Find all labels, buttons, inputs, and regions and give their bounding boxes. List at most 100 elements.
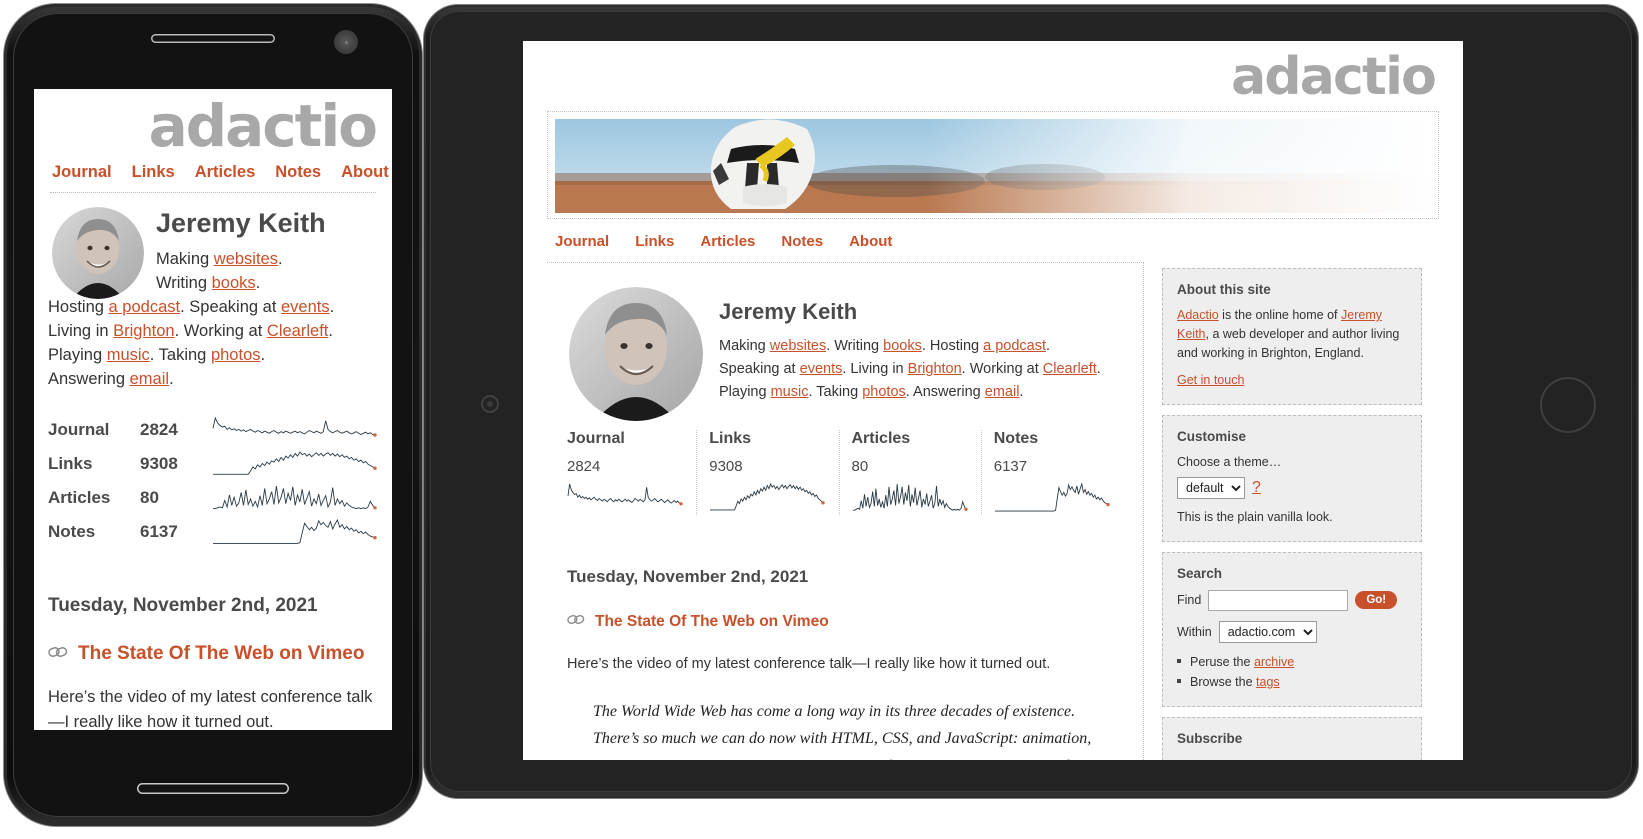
about-text-mid: is the online home of <box>1218 308 1341 322</box>
bio-link-clearleft[interactable]: Clearleft <box>267 322 328 340</box>
bio-link-email[interactable]: email <box>130 370 169 388</box>
bio-link-podcast[interactable]: a podcast <box>109 298 181 316</box>
post-title-text: The State Of The Web on Vimeo <box>595 612 829 630</box>
about-text-rest: , a web developer and author living and … <box>1177 326 1400 360</box>
bio-link-brighton[interactable]: Brighton <box>113 322 174 340</box>
bio-link-email[interactable]: email <box>985 384 1020 400</box>
post-date: Tuesday, November 2nd, 2021 <box>48 595 318 617</box>
stat-row-journal[interactable]: Journal 2824 <box>48 413 378 447</box>
devices-mockup: adactio Journal Links Articles Notes Abo… <box>0 0 1643 839</box>
nav-item-notes[interactable]: Notes <box>781 233 823 250</box>
bio-link-music[interactable]: music <box>107 346 150 364</box>
search-input[interactable] <box>1208 589 1349 611</box>
about-link-adactio[interactable]: Adactio <box>1177 308 1219 322</box>
search-scope-select[interactable]: adactio.com <box>1218 620 1317 643</box>
stat-row-articles[interactable]: Articles 80 <box>48 481 378 515</box>
within-label: Within <box>1177 624 1212 639</box>
bio-link-websites[interactable]: websites <box>214 250 278 268</box>
post-date: Tuesday, November 2nd, 2021 <box>567 566 809 586</box>
phone-home-indicator <box>137 783 289 794</box>
stat-value: 6137 <box>140 522 178 542</box>
nav-item-journal[interactable]: Journal <box>555 233 609 250</box>
site-logo[interactable]: adactio <box>547 41 1439 103</box>
bio-link-websites[interactable]: websites <box>770 338 826 354</box>
sidebar-card-subscribe: Subscribe <box>1162 717 1422 760</box>
search-go-button[interactable]: Go! <box>1355 591 1398 609</box>
theme-select[interactable]: default <box>1177 476 1245 499</box>
nav-item-links[interactable]: Links <box>635 233 674 250</box>
bio-link-photos[interactable]: photos <box>211 346 261 364</box>
about-text: Adactio is the online home of Jeremy Kei… <box>1177 306 1407 362</box>
sparkline-links <box>709 481 826 515</box>
tablet-profile-block: Jeremy Keith Making websites. Writing bo… <box>567 285 1123 421</box>
nav-item-links[interactable]: Links <box>132 163 175 182</box>
stat-card-articles[interactable]: Articles 80 <box>838 429 981 515</box>
subscribe-title: Subscribe <box>1177 731 1243 746</box>
bio-link-music[interactable]: music <box>771 384 809 400</box>
nav-item-articles[interactable]: Articles <box>700 233 755 250</box>
nav-item-about[interactable]: About <box>849 233 892 250</box>
avatar <box>52 207 144 299</box>
stat-value: 2824 <box>140 420 178 440</box>
nav-item-notes[interactable]: Notes <box>275 163 321 182</box>
stat-label: Links <box>48 454 93 474</box>
bio-line-1: Making websites. <box>156 249 283 268</box>
post-title-link[interactable]: The State Of The Web on Vimeo <box>567 613 1123 631</box>
bio-link-clearleft[interactable]: Clearleft <box>1043 361 1097 377</box>
nav-divider <box>50 192 376 193</box>
tablet-front-camera-icon <box>481 395 499 413</box>
nav-item-about[interactable]: About <box>341 163 389 182</box>
archive-link[interactable]: archive <box>1254 655 1294 669</box>
theme-help-link[interactable]: ? <box>1252 479 1261 497</box>
bio-link-brighton[interactable]: Brighton <box>908 361 962 377</box>
link-icon <box>567 613 585 631</box>
stat-card-journal[interactable]: Journal 2824 <box>567 430 696 515</box>
post-intro: Here’s the video of my latest conference… <box>48 688 373 730</box>
stat-row-links[interactable]: Links 9308 <box>48 447 378 481</box>
bio-line-5: Playing music. Taking photos. <box>48 346 266 364</box>
tags-link[interactable]: tags <box>1256 675 1280 689</box>
nav-item-articles[interactable]: Articles <box>195 163 256 182</box>
phone-site-page: adactio Journal Links Articles Notes Abo… <box>34 89 392 730</box>
phone-stats-list: Journal 2824 Links 9308 Articles 80 Note… <box>48 413 378 549</box>
theme-description: This is the plain vanilla look. <box>1177 509 1333 524</box>
bio-link-photos[interactable]: photos <box>862 384 906 400</box>
stat-card-links[interactable]: Links 9308 <box>696 429 838 515</box>
stat-card-notes[interactable]: Notes 6137 <box>980 429 1123 515</box>
stat-label: Notes <box>993 429 1039 447</box>
bio-link-books[interactable]: books <box>212 274 256 292</box>
stat-row-notes[interactable]: Notes 6137 <box>48 515 378 549</box>
sparkline-journal <box>567 481 684 515</box>
phone-main-nav: Journal Links Articles Notes About <box>48 155 389 192</box>
bio-line-6: Answering email. <box>48 370 174 389</box>
sidebar-card-search: Search Find Go! Within adactio.com Perus… <box>1162 551 1422 707</box>
site-banner <box>547 111 1439 219</box>
sparkline-articles <box>852 481 969 515</box>
profile-name: Jeremy Keith <box>719 299 858 324</box>
post-quote: The World Wide Web has come a long way i… <box>593 702 1092 760</box>
site-logo[interactable]: adactio <box>48 89 378 155</box>
stat-value: 2824 <box>567 457 601 475</box>
main-content: Jeremy Keith Making websites. Writing bo… <box>547 262 1144 760</box>
find-label: Find <box>1177 593 1202 607</box>
sidebar-card-about: About this site Adactio is the online ho… <box>1162 268 1422 405</box>
bio-link-books[interactable]: books <box>883 338 922 354</box>
stat-label: Journal <box>48 420 110 440</box>
avatar <box>569 287 703 421</box>
bio-link-events[interactable]: events <box>281 298 330 316</box>
theme-label: Choose a theme… <box>1177 455 1282 469</box>
post-title-link[interactable]: The State Of The Web on Vimeo <box>48 643 378 665</box>
sparkline-journal <box>212 415 378 445</box>
sidebar-card-customise: Customise Choose a theme… default ? This… <box>1162 415 1422 542</box>
phone-front-camera-icon <box>334 30 358 54</box>
bio-link-events[interactable]: events <box>800 361 843 377</box>
tablet-site-page: adactio Journal Links Articles Notes Abo… <box>523 41 1463 760</box>
tablet-home-button[interactable] <box>1540 377 1596 433</box>
bio-link-podcast[interactable]: a podcast <box>983 338 1046 354</box>
get-in-touch-link[interactable]: Get in touch <box>1177 373 1244 387</box>
about-title: About this site <box>1177 282 1271 297</box>
bio-line-2: Writing books. <box>156 273 261 292</box>
nav-item-journal[interactable]: Journal <box>52 163 112 182</box>
tablet-stats-row: Journal 2824 Links 9308 Articles 80 Note… <box>567 429 1123 515</box>
link-icon <box>48 643 68 665</box>
